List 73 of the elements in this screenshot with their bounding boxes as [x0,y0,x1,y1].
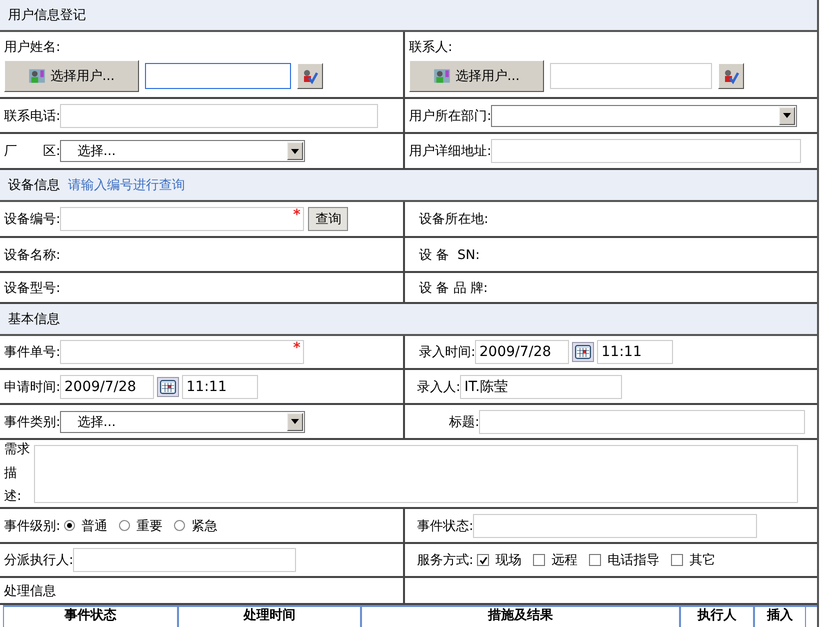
event-number-field[interactable]: * [60,340,304,364]
date-field[interactable]: 2009/7/28 [60,374,154,398]
checkbox-option[interactable]: 现场 [477,551,522,569]
select-user-button[interactable]: 选择用户... [4,60,139,92]
field-label: 联系电话: [4,108,60,124]
required-mark: * [293,208,300,222]
date-field[interactable]: 2009/7/28 [475,340,570,364]
department-dropdown[interactable] [491,104,798,126]
calendar-icon [160,380,176,394]
field-label: 事件单号: [4,344,60,361]
field-label: 服务方式: [417,552,474,569]
calendar-button[interactable] [572,342,594,362]
column-header: 措施及结果 [361,607,680,627]
column-header: 事件状态 [3,607,178,627]
column-header: 插入 [754,607,806,627]
time-field[interactable]: 11:11 [597,340,674,364]
radio-option[interactable]: 紧急 [174,516,218,534]
field-label: 厂 区: [4,143,60,160]
category-dropdown[interactable]: 选择... [60,410,306,432]
phone-field[interactable] [60,104,378,128]
device-number-field[interactable]: * [60,207,304,231]
field-label: 事件状态: [417,518,474,534]
column-header: 处理时间 [178,607,361,627]
section-title: 基本信息 [8,311,60,328]
time-field[interactable]: 11:11 [182,374,258,398]
users-icon [433,66,452,84]
checkbox-option[interactable]: 电话指导 [589,551,660,569]
query-button[interactable]: 查询 [308,207,348,231]
field-label: 用户姓名: [4,38,60,56]
field-label: 需求描述: [3,441,31,506]
select-user-button[interactable]: 选择用户... [409,60,544,92]
field-label: 分派执行人: [4,552,74,569]
field-label: 联系人: [409,38,452,56]
field-label: 设备名称: [4,246,60,264]
query-hint-link[interactable]: 请输入编号进行查询 [68,176,185,194]
section-title: 用户信息登记 [8,7,86,24]
users-icon [28,66,46,84]
assignee-field[interactable] [73,548,296,572]
section-title: 设备信息 [8,177,60,194]
contact-field[interactable] [550,62,712,88]
field-label: 录入时间: [419,344,476,361]
field-label: 事件类别: [4,414,60,430]
field-label: 事件级别: [4,518,60,534]
checkbox-option[interactable]: 其它 [671,551,716,569]
user-check-icon [723,68,739,84]
field-label: 设备编号: [4,211,60,228]
radio-option[interactable]: 重要 [119,516,162,534]
status-field[interactable] [473,514,758,538]
radio-option[interactable]: 普通 [64,516,108,534]
calendar-button[interactable] [157,376,180,396]
field-label: 录入人: [417,378,460,396]
field-label: 申请时间: [4,378,60,396]
user-check-icon [302,68,318,84]
checkbox-option[interactable]: 远程 [533,551,578,569]
factory-dropdown[interactable]: 选择... [60,140,306,162]
description-textarea[interactable] [34,444,798,502]
required-mark: * [293,341,300,355]
column-header: 执行人 [680,607,754,627]
address-field[interactable] [491,139,802,163]
field-label: 用户所在部门: [409,108,492,124]
field-label: 设 备 SN: [419,246,480,264]
check-user-button[interactable] [297,62,323,88]
title-field[interactable] [479,410,806,434]
field-label: 设备型号: [4,280,60,296]
field-label: 标题: [449,414,480,430]
entered-by-field[interactable]: IT.陈莹 [460,374,622,398]
check-user-button[interactable] [718,62,744,88]
section-title: 处理信息 [4,582,56,600]
field-label: 设 备 品 牌: [419,280,488,296]
calendar-icon [575,345,592,359]
field-label: 设备所在地: [419,211,488,228]
field-label: 用户详细地址: [409,143,492,160]
user-name-field[interactable] [145,62,291,88]
